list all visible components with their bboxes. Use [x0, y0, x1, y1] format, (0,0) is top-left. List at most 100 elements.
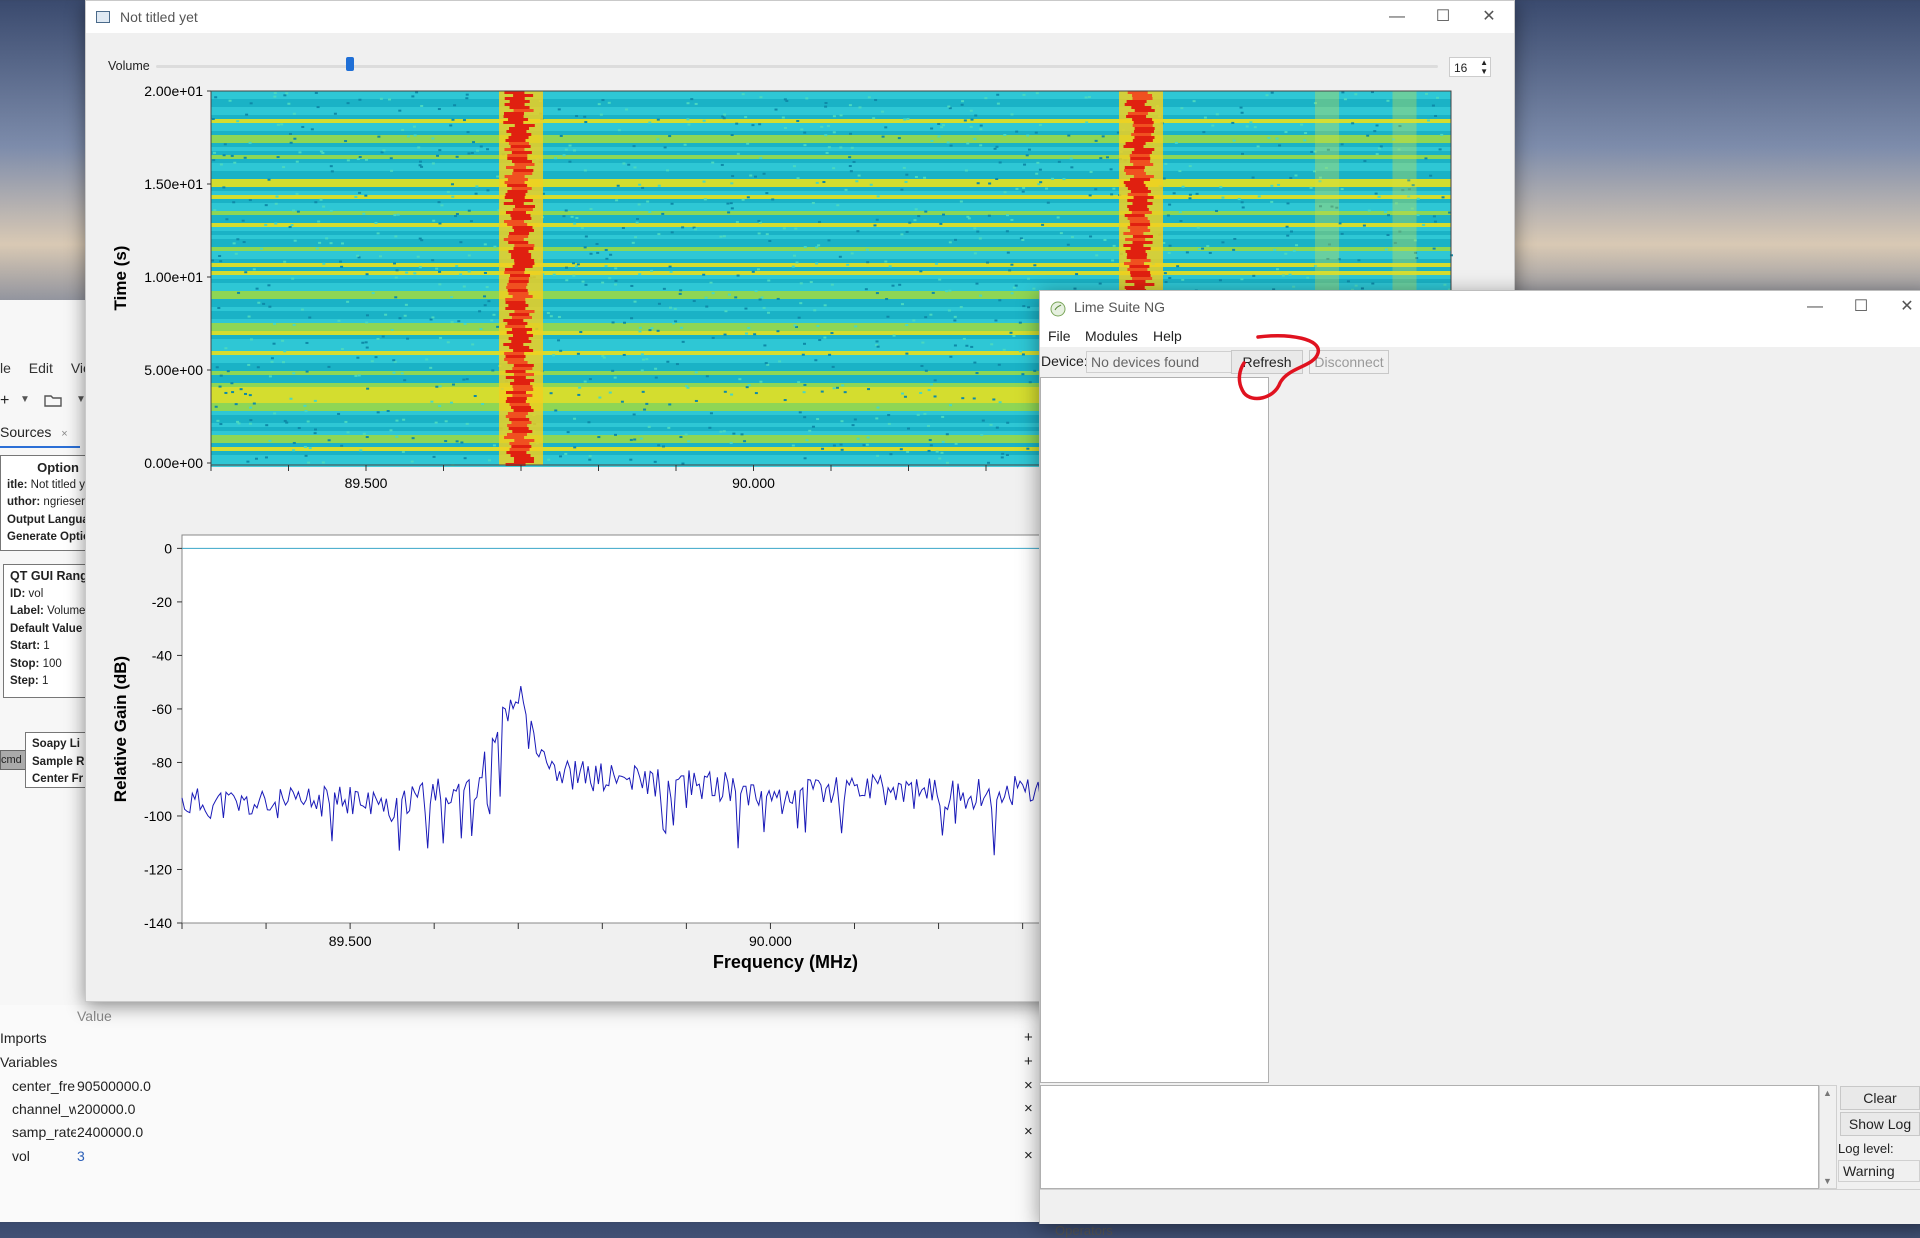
- menu-edit[interactable]: Edit: [29, 360, 53, 376]
- block-row: Soapy Li: [32, 738, 80, 750]
- column-header-value: Value: [77, 1008, 112, 1024]
- psd-ytick-label: -40: [152, 647, 172, 663]
- psd-ytick-label: -20: [152, 594, 172, 610]
- chevron-down-icon[interactable]: ▼: [20, 394, 30, 405]
- show-log-button[interactable]: Show Log: [1840, 1112, 1920, 1136]
- psd-xlabel: Frequency (MHz): [713, 952, 858, 972]
- close-button[interactable]: ✕: [1466, 5, 1512, 29]
- block-row: Start: 1: [10, 640, 50, 652]
- close-button[interactable]: ✕: [1884, 295, 1920, 319]
- psd-ytick-label: -100: [144, 808, 172, 824]
- title-bar: Not titled yet — ☐ ✕: [86, 1, 1514, 33]
- volume-spinbox[interactable]: 16 ▲ ▼: [1449, 57, 1491, 77]
- block-title: Option: [37, 460, 79, 475]
- block-row: Label: Volume: [10, 605, 86, 617]
- refresh-button[interactable]: Refresh: [1231, 350, 1303, 374]
- waterfall-signal-streak: [499, 91, 543, 466]
- remove-variable-button[interactable]: ×: [1024, 1075, 1033, 1097]
- volume-slider-handle[interactable]: [346, 57, 355, 71]
- variable-row[interactable]: samp_rate 2400000.0 ×: [0, 1121, 1040, 1143]
- log-scrollbar[interactable]: ▲ ▼: [1819, 1085, 1837, 1189]
- block-row: ID: vol: [10, 587, 44, 600]
- waterfall-ytick-label: 5.00e+00: [144, 362, 203, 378]
- psd-ylabel: Relative Gain (dB): [111, 656, 130, 802]
- remove-variable-button[interactable]: ×: [1024, 1121, 1033, 1143]
- block-row: Generate Option: [7, 531, 85, 543]
- device-select-value: No devices found: [1091, 354, 1200, 370]
- psd-ytick-label: -60: [152, 701, 172, 717]
- tab-sources[interactable]: Sources ×: [0, 420, 80, 448]
- maximize-button[interactable]: ☐: [1838, 295, 1884, 319]
- close-icon[interactable]: ×: [61, 428, 67, 440]
- variable-row[interactable]: channel_w 200000.0 ×: [0, 1098, 1040, 1120]
- folder-open-icon[interactable]: [44, 392, 62, 408]
- waterfall-xtick-label: 89.500: [345, 475, 388, 491]
- title-bar: Lime Suite NG — ☐ ✕: [1040, 291, 1920, 325]
- waterfall-ytick-label: 1.50e+01: [144, 176, 203, 192]
- window-title: Not titled yet: [120, 9, 198, 25]
- log-level-select[interactable]: Warning: [1838, 1160, 1920, 1182]
- variable-row[interactable]: center_fre 90500000.0 ×: [0, 1075, 1040, 1097]
- qt-gui-range-block[interactable]: QT GUI Rang ID: vol Label: Volume Defaul…: [3, 564, 86, 698]
- device-toolbar: Device: No devices found ⌵ Refresh Disco…: [1040, 349, 1920, 377]
- scroll-up-icon[interactable]: ▲: [1823, 1088, 1832, 1098]
- menu-help[interactable]: Help: [1153, 328, 1182, 344]
- cmd-port[interactable]: cmd: [0, 750, 27, 770]
- remove-variable-button[interactable]: ×: [1024, 1145, 1033, 1167]
- lime-suite-window: Lime Suite NG — ☐ ✕ File Modules Help De…: [1039, 290, 1920, 1224]
- module-list[interactable]: [1040, 377, 1269, 1083]
- variables-panel: Value Imports + Variables + center_fre 9050…: [0, 1005, 1113, 1238]
- log-level-label: Log level:: [1838, 1141, 1894, 1156]
- waterfall-ylabel: Time (s): [111, 246, 130, 311]
- menu-file[interactable]: File: [1048, 328, 1071, 344]
- remove-variable-button[interactable]: ×: [1024, 1098, 1033, 1120]
- block-row: Sample R: [32, 755, 85, 768]
- waterfall-faint-streak: [1315, 91, 1339, 297]
- minimize-button[interactable]: —: [1374, 5, 1420, 29]
- imports-item[interactable]: Imports: [0, 1027, 47, 1049]
- disconnect-button[interactable]: Disconnect: [1309, 350, 1389, 374]
- psd-ytick-label: -80: [152, 754, 172, 770]
- soapy-block[interactable]: Soapy Li Sample R Center Fr: [25, 732, 86, 788]
- waterfall-ytick-label: 2.00e+01: [144, 83, 203, 99]
- add-variable-button[interactable]: +: [1024, 1051, 1033, 1073]
- variable-row[interactable]: vol 3 ×: [0, 1145, 1040, 1167]
- psd-ytick-label: -140: [144, 915, 172, 931]
- menu-file[interactable]: le: [0, 360, 11, 376]
- lime-menubar: File Modules Help: [1040, 325, 1920, 347]
- tab-sources-label: Sources: [0, 424, 52, 440]
- minimize-button[interactable]: —: [1792, 295, 1838, 319]
- clear-log-button[interactable]: Clear: [1840, 1086, 1920, 1110]
- scroll-down-icon[interactable]: ▼: [1823, 1176, 1832, 1186]
- log-output[interactable]: [1040, 1085, 1819, 1189]
- log-level-value: Warning: [1843, 1163, 1895, 1179]
- block-row: uthor: ngriesert: [7, 496, 86, 508]
- waterfall-xtick-label: 90.000: [732, 475, 775, 491]
- psd-ytick-label: 0: [164, 540, 172, 556]
- block-row: Center Fr: [32, 773, 84, 785]
- block-row: itle: Not titled ye: [7, 478, 86, 491]
- status-bar: [1040, 1189, 1920, 1224]
- psd-ytick-label: -120: [144, 861, 172, 877]
- device-label: Device:: [1041, 353, 1088, 369]
- psd-xtick-label: 89.500: [329, 933, 372, 949]
- waterfall-ytick-label: 1.00e+01: [144, 269, 203, 285]
- menu-modules[interactable]: Modules: [1085, 328, 1138, 344]
- volume-label: Volume: [108, 59, 150, 73]
- window-title: Lime Suite NG: [1074, 299, 1166, 315]
- app-icon: [96, 11, 110, 23]
- waterfall-ytick-label: 0.00e+00: [144, 455, 203, 471]
- spin-arrows-icon[interactable]: ▲ ▼: [1480, 58, 1488, 76]
- add-import-button[interactable]: +: [1024, 1027, 1033, 1049]
- new-icon[interactable]: +: [0, 392, 9, 410]
- block-title: QT GUI Rang: [10, 569, 86, 583]
- options-block[interactable]: Option itle: Not titled ye uthor: ngries…: [0, 455, 86, 551]
- psd-xtick-label: 90.000: [749, 933, 792, 949]
- variables-item[interactable]: Variables: [0, 1051, 57, 1073]
- volume-value: 16: [1454, 61, 1468, 75]
- block-row: Default Value: [10, 622, 83, 635]
- block-row: Output Languag: [7, 513, 85, 526]
- waterfall-faint-streak: [1392, 91, 1417, 297]
- block-row: Stop: 100: [10, 657, 62, 670]
- maximize-button[interactable]: ☐: [1420, 5, 1466, 29]
